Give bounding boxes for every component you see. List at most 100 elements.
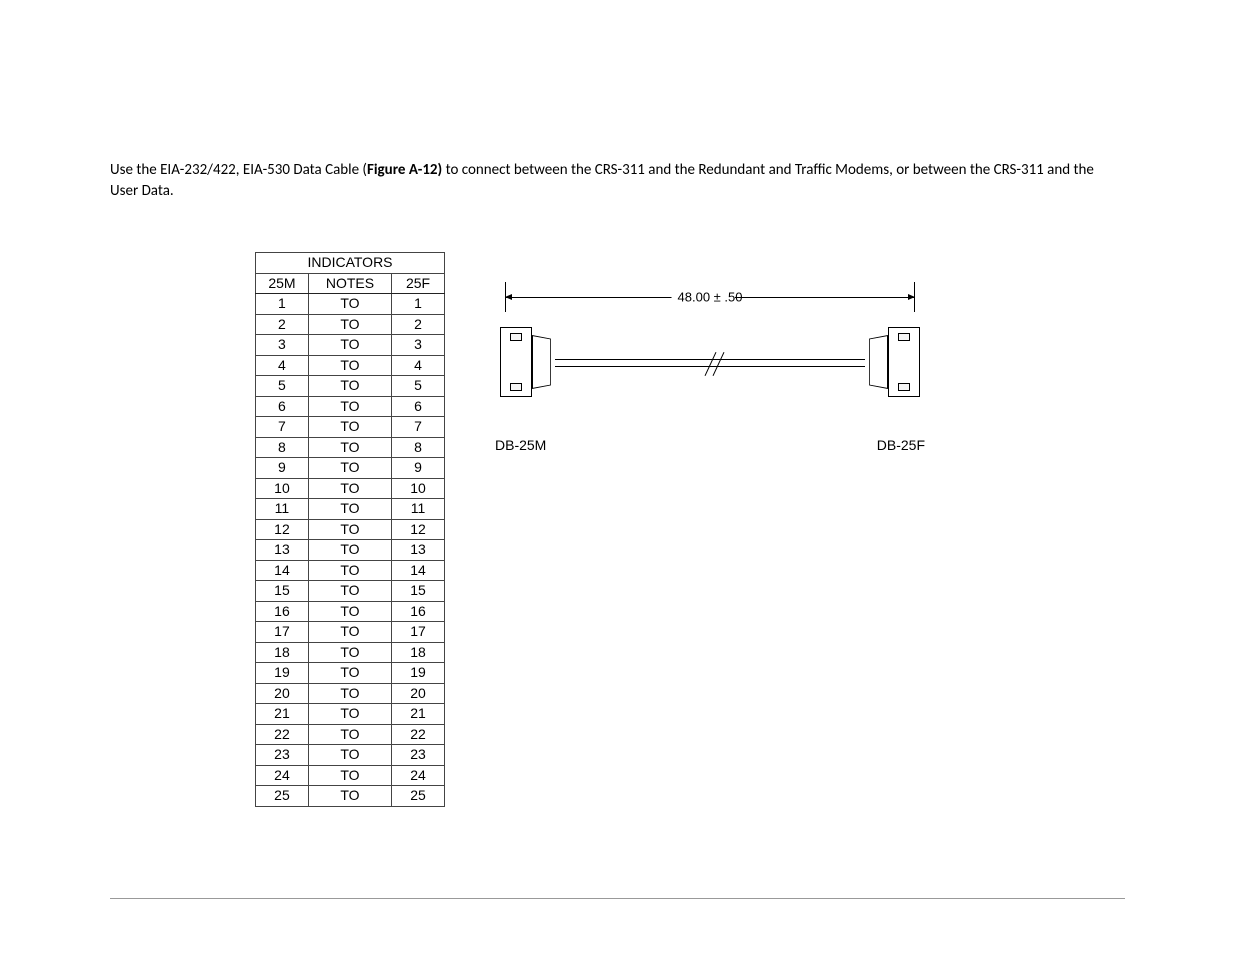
cable-break-icon xyxy=(704,352,728,376)
connector-face-icon xyxy=(532,335,551,389)
connector-left xyxy=(500,327,532,397)
table-row: 4TO4 xyxy=(256,355,445,376)
table-cell: 15 xyxy=(256,581,309,602)
table-cell: TO xyxy=(308,417,391,438)
table-row: 22TO22 xyxy=(256,724,445,745)
col-header-25f: 25F xyxy=(392,273,445,294)
table-cell: 5 xyxy=(392,376,445,397)
table-cell: 8 xyxy=(256,437,309,458)
table-cell: 10 xyxy=(256,478,309,499)
table-row: 6TO6 xyxy=(256,396,445,417)
footer-rule xyxy=(110,898,1125,899)
table-cell: TO xyxy=(308,396,391,417)
table-row: 14TO14 xyxy=(256,560,445,581)
intro-prefix: Use the EIA-232/422, EIA-530 Data Cable … xyxy=(110,161,367,179)
table-cell: TO xyxy=(308,458,391,479)
intro-paragraph: Use the EIA-232/422, EIA-530 Data Cable … xyxy=(110,160,1125,202)
table-row: 16TO16 xyxy=(256,601,445,622)
table-cell: TO xyxy=(308,581,391,602)
table-row: 15TO15 xyxy=(256,581,445,602)
table-cell: TO xyxy=(308,355,391,376)
table-cell: TO xyxy=(308,560,391,581)
cable-line-2 xyxy=(555,359,865,367)
table-cell: 9 xyxy=(256,458,309,479)
table-row: 23TO23 xyxy=(256,745,445,766)
table-cell: 2 xyxy=(392,314,445,335)
table-cell: 7 xyxy=(256,417,309,438)
col-header-notes: NOTES xyxy=(308,273,391,294)
table-cell: 17 xyxy=(256,622,309,643)
table-cell: 24 xyxy=(392,765,445,786)
table-row: 25TO25 xyxy=(256,786,445,807)
table-row: 9TO9 xyxy=(256,458,445,479)
table-cell: 18 xyxy=(392,642,445,663)
connector-right xyxy=(888,327,920,397)
table-cell: 2 xyxy=(256,314,309,335)
table-cell: 7 xyxy=(392,417,445,438)
table-cell: TO xyxy=(308,376,391,397)
table-row: 21TO21 xyxy=(256,704,445,725)
table-row: 24TO24 xyxy=(256,765,445,786)
table-row: 2TO2 xyxy=(256,314,445,335)
table-cell: 19 xyxy=(392,663,445,684)
table-cell: TO xyxy=(308,294,391,315)
table-cell: TO xyxy=(308,540,391,561)
table-cell: 3 xyxy=(256,335,309,356)
table-cell: 14 xyxy=(256,560,309,581)
table-row: 11TO11 xyxy=(256,499,445,520)
table-cell: 16 xyxy=(256,601,309,622)
table-cell: 12 xyxy=(392,519,445,540)
table-row: 8TO8 xyxy=(256,437,445,458)
table-cell: TO xyxy=(308,437,391,458)
table-cell: 20 xyxy=(392,683,445,704)
table-cell: 3 xyxy=(392,335,445,356)
table-cell: TO xyxy=(308,335,391,356)
table-cell: TO xyxy=(308,786,391,807)
table-cell: TO xyxy=(308,314,391,335)
table-row: 17TO17 xyxy=(256,622,445,643)
table-cell: 9 xyxy=(392,458,445,479)
table-cell: 20 xyxy=(256,683,309,704)
table-cell: 6 xyxy=(392,396,445,417)
table-cell: 21 xyxy=(256,704,309,725)
table-cell: TO xyxy=(308,601,391,622)
table-cell: TO xyxy=(308,642,391,663)
table-cell: 1 xyxy=(256,294,309,315)
table-row: 5TO5 xyxy=(256,376,445,397)
table-row: 13TO13 xyxy=(256,540,445,561)
connector-label-left: DB-25M xyxy=(495,437,546,453)
table-cell: 11 xyxy=(392,499,445,520)
table-cell: TO xyxy=(308,663,391,684)
table-body: 1TO12TO23TO34TO45TO56TO67TO78TO89TO910TO… xyxy=(256,294,445,807)
col-header-25m: 25M xyxy=(256,273,309,294)
indicators-table: INDICATORS 25M NOTES 25F 1TO12TO23TO34TO… xyxy=(255,252,445,807)
table-cell: TO xyxy=(308,765,391,786)
table-cell: 23 xyxy=(256,745,309,766)
table-cell: 4 xyxy=(392,355,445,376)
table-cell: TO xyxy=(308,745,391,766)
table-row: 20TO20 xyxy=(256,683,445,704)
table-cell: 18 xyxy=(256,642,309,663)
table-cell: 25 xyxy=(392,786,445,807)
table-cell: TO xyxy=(308,622,391,643)
table-row: 18TO18 xyxy=(256,642,445,663)
dim-line-left xyxy=(505,297,685,298)
table-row: 19TO19 xyxy=(256,663,445,684)
table-cell: 19 xyxy=(256,663,309,684)
dim-line-right xyxy=(735,297,915,298)
table-cell: 15 xyxy=(392,581,445,602)
table-cell: 14 xyxy=(392,560,445,581)
table-cell: 1 xyxy=(392,294,445,315)
table-cell: 22 xyxy=(256,724,309,745)
table-cell: 13 xyxy=(392,540,445,561)
table-cell: TO xyxy=(308,499,391,520)
table-cell: 8 xyxy=(392,437,445,458)
table-cell: TO xyxy=(308,519,391,540)
table-title: INDICATORS xyxy=(256,253,445,274)
table-cell: 25 xyxy=(256,786,309,807)
table-cell: TO xyxy=(308,704,391,725)
dim-tick-right xyxy=(914,282,915,312)
table-cell: TO xyxy=(308,478,391,499)
table-cell: 24 xyxy=(256,765,309,786)
table-row: 1TO1 xyxy=(256,294,445,315)
